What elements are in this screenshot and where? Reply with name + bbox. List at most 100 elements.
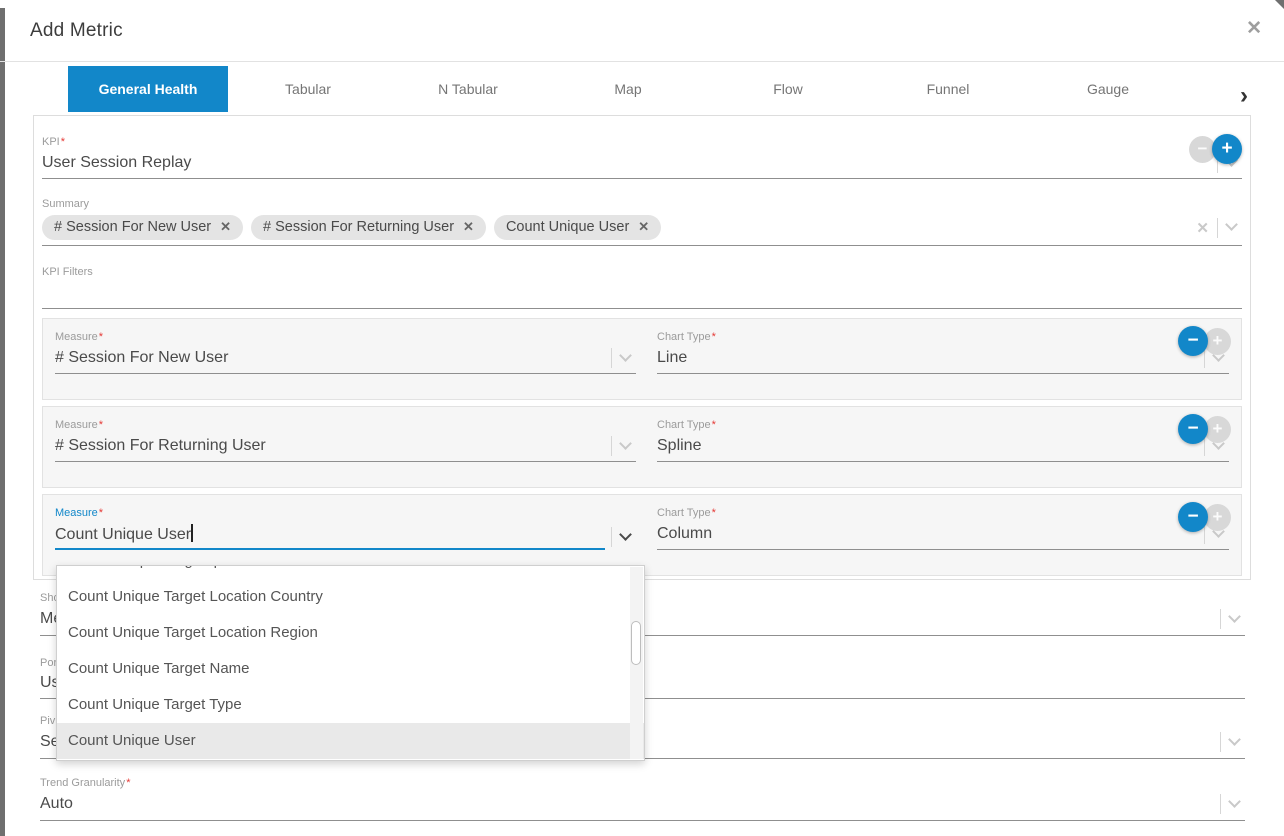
summary-chip: Count Unique User✕ bbox=[494, 215, 661, 240]
plus-icon: + bbox=[1213, 331, 1223, 351]
chevron-down-icon[interactable] bbox=[619, 437, 632, 450]
summary-chip: # Session For Returning User✕ bbox=[251, 215, 486, 240]
required-mark: * bbox=[712, 507, 716, 519]
minus-icon: − bbox=[1187, 418, 1198, 440]
measure-options-dropdown: Count Unique Target Ip Count Unique Targ… bbox=[56, 565, 645, 761]
measure-label: Measure* bbox=[55, 507, 636, 519]
metric-form: − + KPI* User Session Replay Summary # S… bbox=[33, 115, 1251, 580]
summary-row: Summary # Session For New User✕ # Sessio… bbox=[42, 194, 1242, 258]
chevron-down-icon[interactable] bbox=[1228, 795, 1241, 808]
field-divider bbox=[611, 348, 612, 368]
chart-type-select[interactable]: Spline bbox=[657, 436, 1229, 462]
required-mark: * bbox=[712, 419, 716, 431]
plus-icon: + bbox=[1213, 507, 1223, 527]
tab-n-tabular[interactable]: N Tabular bbox=[388, 66, 548, 112]
chart-type-select[interactable]: Column bbox=[657, 524, 1229, 550]
chart-type-select[interactable]: Line bbox=[657, 348, 1229, 374]
tab-gauge[interactable]: Gauge bbox=[1028, 66, 1188, 112]
summary-chip: # Session For New User✕ bbox=[42, 215, 243, 240]
dropdown-item[interactable]: Count Unique Target Type bbox=[57, 687, 644, 723]
tab-tabular[interactable]: Tabular bbox=[228, 66, 388, 112]
measure-panel-2: − + Measure* # Session For Returning Use… bbox=[42, 406, 1242, 488]
tab-funnel[interactable]: Funnel bbox=[868, 66, 1028, 112]
summary-select[interactable]: # Session For New User✕ # Session For Re… bbox=[42, 215, 1242, 246]
field-divider bbox=[611, 436, 612, 456]
measure-label: Measure* bbox=[55, 419, 636, 431]
kpi-select[interactable]: User Session Replay bbox=[42, 153, 1242, 179]
field-divider bbox=[611, 527, 612, 547]
trend-granularity-row: Trend Granularity* Auto bbox=[40, 765, 1245, 825]
measure-input-focused[interactable]: Count Unique User bbox=[55, 524, 636, 553]
page-backdrop-strip bbox=[0, 8, 5, 836]
chart-type-label: Chart Type* bbox=[657, 507, 1229, 519]
tab-flow[interactable]: Flow bbox=[708, 66, 868, 112]
kpi-filters-row: KPI Filters bbox=[42, 258, 1242, 312]
trend-granularity-value: Auto bbox=[40, 795, 1214, 813]
trend-granularity-select[interactable]: Auto bbox=[40, 794, 1245, 821]
measure-select[interactable]: # Session For Returning User bbox=[55, 436, 636, 462]
remove-measure-button[interactable]: − bbox=[1178, 326, 1208, 356]
plus-icon: + bbox=[1221, 138, 1232, 160]
tab-bar: General Health Tabular N Tabular Map Flo… bbox=[0, 62, 1284, 115]
required-mark: * bbox=[61, 136, 65, 148]
chart-type-label: Chart Type* bbox=[657, 419, 1229, 431]
chart-type-value: Column bbox=[657, 525, 1198, 543]
chart-type-value: Line bbox=[657, 349, 1198, 367]
chevron-down-icon[interactable] bbox=[1228, 733, 1241, 746]
chip-remove-icon[interactable]: ✕ bbox=[220, 219, 231, 235]
required-mark: * bbox=[99, 419, 103, 431]
text-caret bbox=[191, 524, 193, 542]
dropdown-list: Count Unique Target Ip Count Unique Targ… bbox=[57, 565, 644, 759]
chip-remove-icon[interactable]: ✕ bbox=[638, 219, 649, 235]
chip-remove-icon[interactable]: ✕ bbox=[463, 219, 474, 235]
plus-icon: + bbox=[1213, 419, 1223, 439]
required-mark: * bbox=[126, 777, 130, 789]
chevron-down-icon[interactable] bbox=[1225, 218, 1238, 231]
dropdown-item[interactable]: Count Unique Target Name bbox=[57, 651, 644, 687]
dropdown-item[interactable]: Count Unique Target Location Region bbox=[57, 615, 644, 651]
chevron-down-icon[interactable] bbox=[619, 528, 632, 541]
dropdown-scrollbar-thumb[interactable] bbox=[631, 621, 641, 665]
required-mark: * bbox=[712, 331, 716, 343]
field-divider bbox=[1217, 218, 1218, 238]
summary-label: Summary bbox=[42, 198, 1242, 210]
kpi-filters-label: KPI Filters bbox=[42, 266, 1242, 278]
minus-icon: − bbox=[1187, 330, 1198, 352]
remove-measure-button[interactable]: − bbox=[1178, 414, 1208, 444]
tab-map[interactable]: Map bbox=[548, 66, 708, 112]
kpi-value: User Session Replay bbox=[42, 154, 1211, 172]
dropdown-item-highlighted[interactable]: Count Unique User bbox=[57, 723, 644, 759]
measure-value: Count Unique User bbox=[55, 524, 605, 550]
required-mark: * bbox=[99, 331, 103, 343]
measure-select[interactable]: # Session For New User bbox=[55, 348, 636, 374]
measure-value: # Session For Returning User bbox=[55, 437, 605, 455]
add-measure-button[interactable]: + bbox=[1204, 504, 1231, 531]
add-measure-button[interactable]: + bbox=[1204, 328, 1231, 355]
tab-general-health[interactable]: General Health bbox=[68, 66, 228, 112]
field-divider bbox=[1220, 794, 1221, 814]
required-mark: * bbox=[99, 507, 103, 519]
summary-chips: # Session For New User✕ # Session For Re… bbox=[42, 215, 1196, 240]
measure-label: Measure* bbox=[55, 331, 636, 343]
clear-icon[interactable]: ✕ bbox=[1196, 219, 1209, 237]
dropdown-item-partial[interactable]: Count Unique Target Ip bbox=[57, 565, 644, 579]
measure-panel-1: − + Measure* # Session For New User Char… bbox=[42, 318, 1242, 400]
measure-panel-3: − + Measure* Count Unique User Chart Typ… bbox=[42, 494, 1242, 576]
chevron-down-icon[interactable] bbox=[619, 349, 632, 362]
add-kpi-button[interactable]: + bbox=[1212, 134, 1242, 164]
kpi-filters-input[interactable] bbox=[42, 283, 1242, 309]
field-divider bbox=[1220, 732, 1221, 752]
dropdown-item[interactable]: Count Unique Target Location Country bbox=[57, 579, 644, 615]
minus-icon: − bbox=[1187, 506, 1198, 528]
more-tabs-icon[interactable]: › bbox=[1240, 84, 1248, 108]
chevron-down-icon[interactable] bbox=[1228, 610, 1241, 623]
dropdown-scrollbar[interactable] bbox=[630, 567, 643, 759]
add-measure-button[interactable]: + bbox=[1204, 416, 1231, 443]
measure-value: # Session For New User bbox=[55, 349, 605, 367]
remove-measure-button[interactable]: − bbox=[1178, 502, 1208, 532]
minus-icon: − bbox=[1198, 139, 1208, 159]
modal-header: Add Metric ✕ bbox=[0, 0, 1284, 62]
modal-title: Add Metric bbox=[30, 0, 1284, 62]
chart-type-value: Spline bbox=[657, 437, 1198, 455]
close-icon[interactable]: ✕ bbox=[1246, 19, 1262, 38]
